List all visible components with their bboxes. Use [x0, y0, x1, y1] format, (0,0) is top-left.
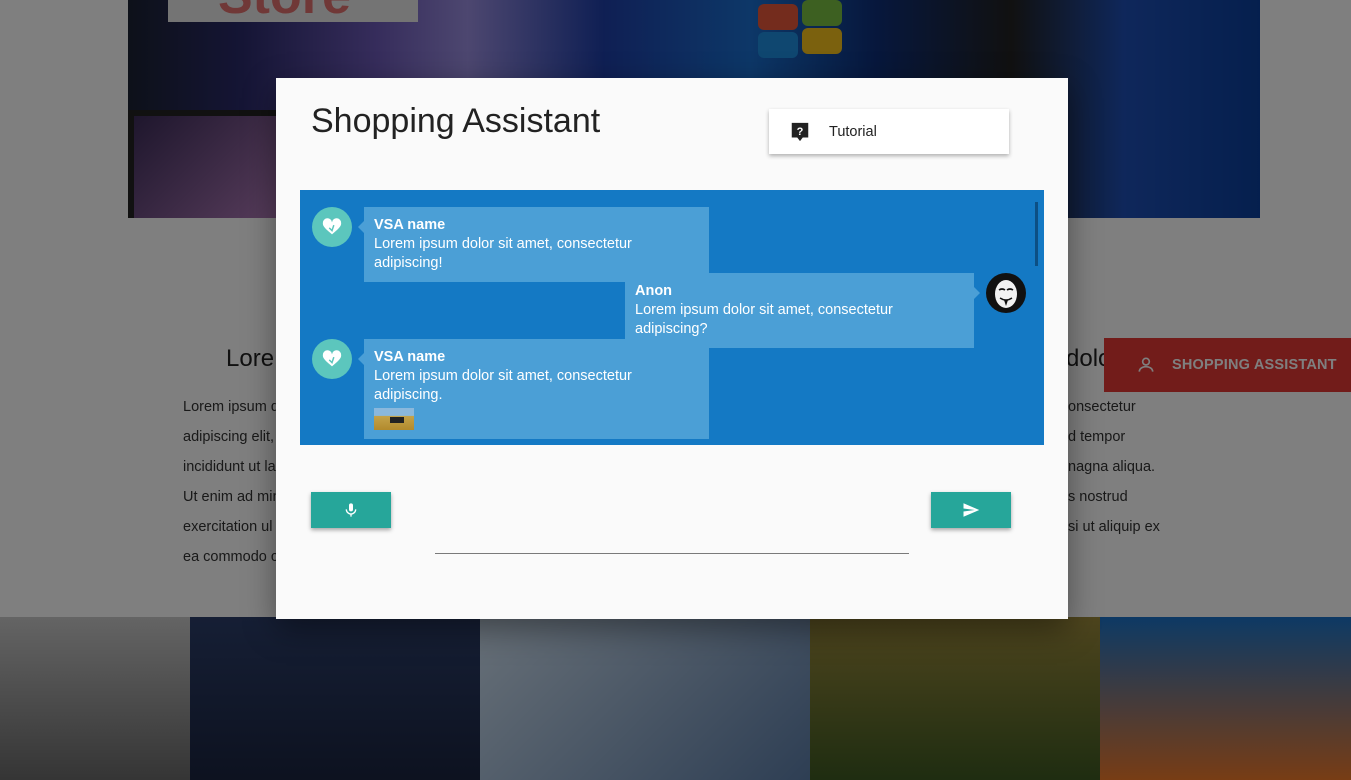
message-sender: VSA name: [374, 349, 446, 365]
chat-message: VSA name Lorem ipsum dolor sit amet, con…: [358, 207, 709, 282]
chat-scrollbar[interactable]: [1035, 202, 1038, 266]
svg-text:?: ?: [797, 125, 804, 137]
message-text: Lorem ipsum dolor sit amet, consectetur …: [374, 236, 632, 271]
dialog-title: Shopping Assistant: [311, 102, 601, 140]
chat-window[interactable]: VSA name Lorem ipsum dolor sit amet, con…: [300, 190, 1044, 445]
tutorial-button[interactable]: ? Tutorial: [769, 109, 1009, 154]
microphone-icon: [345, 503, 357, 517]
tutorial-label: Tutorial: [829, 123, 877, 140]
assistant-avatar: [312, 207, 352, 247]
user-avatar: [986, 273, 1026, 313]
message-sender: Anon: [635, 283, 673, 299]
anonymous-mask-icon: [995, 280, 1017, 308]
help-chat-icon: ?: [791, 122, 809, 141]
chat-message: VSA name Lorem ipsum dolor sit amet, con…: [358, 339, 709, 439]
assistant-avatar: [312, 339, 352, 379]
send-icon: [963, 503, 980, 517]
message-text: Lorem ipsum dolor sit amet, consectetur …: [374, 368, 632, 403]
send-button[interactable]: [931, 492, 1011, 528]
message-input[interactable]: [435, 518, 909, 554]
heart-chat-icon: [322, 218, 342, 235]
message-sender: VSA name: [374, 217, 446, 233]
microphone-button[interactable]: [311, 492, 391, 528]
message-text: Lorem ipsum dolor sit amet, consectetur …: [635, 302, 893, 337]
message-image-thumbnail[interactable]: [374, 408, 414, 430]
shopping-assistant-dialog: Shopping Assistant ? Tutorial VSA name L…: [276, 78, 1068, 619]
heart-chat-icon: [322, 350, 342, 367]
chat-message: Anon Lorem ipsum dolor sit amet, consect…: [625, 273, 980, 348]
